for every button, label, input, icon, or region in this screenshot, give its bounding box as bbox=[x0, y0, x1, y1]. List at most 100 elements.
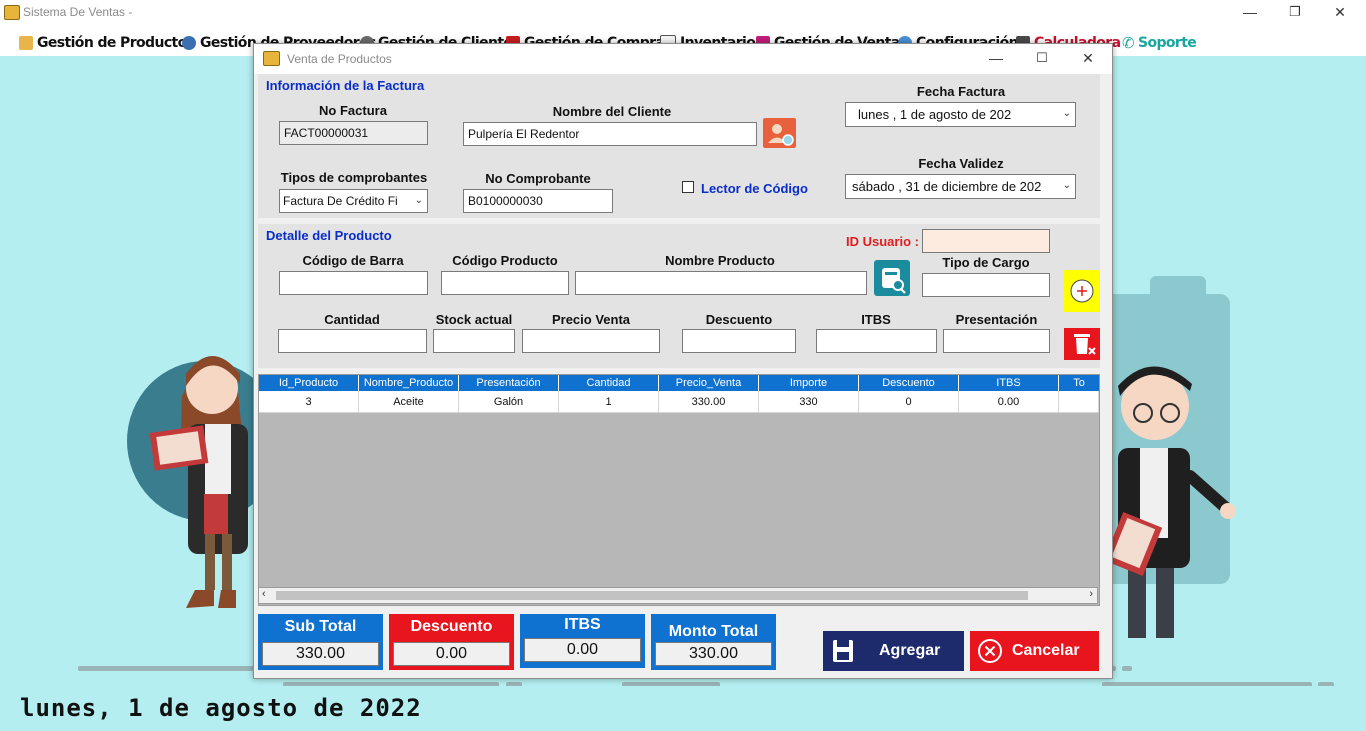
search-client-button[interactable] bbox=[763, 118, 796, 148]
agregar-label: Agregar bbox=[879, 642, 941, 659]
no-factura-field[interactable]: FACT00000031 bbox=[279, 121, 428, 145]
scroll-right-icon[interactable]: › bbox=[1089, 588, 1093, 600]
table-header: Id_Producto Nombre_Producto Presentación… bbox=[259, 375, 1099, 391]
user-search-icon bbox=[768, 124, 794, 146]
no-comprobante-label: No Comprobante bbox=[485, 171, 591, 186]
scroll-left-icon[interactable]: ‹ bbox=[262, 588, 266, 600]
codigo-producto-field[interactable] bbox=[441, 271, 569, 295]
codigo-barra-field[interactable] bbox=[279, 271, 428, 295]
col-header[interactable]: Precio_Venta bbox=[659, 375, 759, 391]
fecha-validez-value: sábado , 31 de diciembre de 202 bbox=[852, 179, 1042, 194]
restore-button[interactable]: ❐ bbox=[1273, 2, 1317, 22]
chevron-down-icon: ⌄ bbox=[1062, 108, 1071, 119]
presentacion-field[interactable] bbox=[943, 329, 1050, 353]
itbs-label: ITBS bbox=[861, 312, 891, 327]
descuento-field[interactable] bbox=[682, 329, 796, 353]
table-cell: 330 bbox=[759, 391, 859, 413]
fecha-factura-value: lunes , 1 de agosto de 202 bbox=[858, 107, 1012, 122]
precio-label: Precio Venta bbox=[551, 312, 631, 327]
app-icon bbox=[4, 5, 20, 20]
table-cell: 330.00 bbox=[659, 391, 759, 413]
dialog-minimize-button[interactable]: — bbox=[974, 48, 1018, 68]
status-date: lunes, 1 de agosto de 2022 bbox=[20, 694, 422, 722]
dialog-title-bar: Venta de Productos — ☐ ✕ bbox=[254, 44, 1112, 74]
table-cell: 1 bbox=[559, 391, 659, 413]
itbs-total-value: 0.00 bbox=[524, 638, 641, 662]
cliente-label: Nombre del Cliente bbox=[552, 104, 672, 119]
cliente-field[interactable]: Pulpería El Redentor bbox=[463, 122, 757, 146]
box-icon bbox=[19, 36, 33, 50]
menu-soporte[interactable]: ✆ Soporte bbox=[1122, 33, 1197, 53]
products-table[interactable]: Id_Producto Nombre_Producto Presentación… bbox=[258, 374, 1100, 606]
col-header[interactable]: Nombre_Producto bbox=[359, 375, 459, 391]
id-usuario-label: ID Usuario : bbox=[846, 234, 919, 249]
itbs-field[interactable] bbox=[816, 329, 937, 353]
close-button[interactable]: ✕ bbox=[1318, 2, 1362, 22]
nombre-producto-field[interactable] bbox=[575, 271, 867, 295]
menu-gestion-productos[interactable]: Gestión de Productos bbox=[19, 33, 195, 53]
product-search-icon bbox=[882, 268, 906, 294]
tipos-comprobantes-select[interactable]: Factura De Crédito Fi ⌄ bbox=[279, 189, 428, 213]
app-title: Sistema De Ventas - bbox=[23, 5, 133, 19]
precio-field[interactable] bbox=[522, 329, 660, 353]
tipos-comprobantes-label: Tipos de comprobantes bbox=[280, 170, 428, 185]
tipo-cargo-label: Tipo de Cargo bbox=[942, 255, 1030, 270]
no-factura-label: No Factura bbox=[319, 103, 387, 118]
cantidad-field[interactable] bbox=[278, 329, 427, 353]
fecha-validez-picker[interactable]: sábado , 31 de diciembre de 202 ⌄ bbox=[845, 174, 1076, 199]
descuento-label: Descuento bbox=[705, 312, 773, 327]
dialog-close-button[interactable]: ✕ bbox=[1066, 48, 1110, 68]
agregar-button[interactable]: Agregar bbox=[823, 631, 964, 671]
stock-label: Stock actual bbox=[435, 312, 513, 327]
lector-label: Lector de Código bbox=[701, 181, 808, 196]
descuento-total-label: Descuento bbox=[410, 618, 493, 635]
itbs-total-box: ITBS 0.00 bbox=[520, 614, 645, 668]
table-horizontal-scrollbar[interactable]: ‹ › bbox=[258, 587, 1098, 604]
fecha-factura-picker[interactable]: lunes , 1 de agosto de 202 ⌄ bbox=[845, 102, 1076, 127]
col-header[interactable]: To bbox=[1059, 375, 1099, 391]
subtotal-label: Sub Total bbox=[284, 618, 357, 635]
table-cell: 0.00 bbox=[959, 391, 1059, 413]
chevron-down-icon: ⌄ bbox=[414, 195, 423, 206]
table-row[interactable]: 3 Aceite Galón 1 330.00 330 0 0.00 bbox=[259, 391, 1099, 413]
table-cell: Galón bbox=[459, 391, 559, 413]
product-detail-panel: Detalle del Producto ID Usuario : Código… bbox=[258, 224, 1100, 368]
itbs-total-label: ITBS bbox=[564, 616, 601, 633]
search-product-button[interactable] bbox=[874, 260, 910, 296]
save-icon bbox=[833, 640, 853, 662]
menu-label: Gestión de Productos bbox=[37, 35, 195, 51]
codigo-producto-label: Código Producto bbox=[452, 253, 558, 268]
cantidad-label: Cantidad bbox=[324, 312, 380, 327]
table-cell bbox=[1059, 391, 1099, 413]
dialog-maximize-button[interactable]: ☐ bbox=[1020, 48, 1064, 68]
id-usuario-field[interactable] bbox=[922, 229, 1050, 253]
col-header[interactable]: ITBS bbox=[959, 375, 1059, 391]
dialog-title: Venta de Productos bbox=[287, 52, 392, 66]
plus-circle-icon bbox=[1070, 279, 1094, 303]
supplier-icon bbox=[182, 36, 196, 50]
minimize-button[interactable]: — bbox=[1228, 2, 1272, 22]
trash-icon bbox=[1074, 334, 1096, 355]
delete-item-button[interactable] bbox=[1064, 328, 1100, 360]
lector-checkbox[interactable] bbox=[682, 181, 694, 193]
app-title-bar: Sistema De Ventas - — ❐ ✕ bbox=[0, 0, 1366, 26]
col-header[interactable]: Presentación bbox=[459, 375, 559, 391]
sales-dialog: Venta de Productos — ☐ ✕ Información de … bbox=[253, 43, 1113, 679]
invoice-info-panel: Información de la Factura No Factura FAC… bbox=[258, 74, 1100, 218]
cancelar-button[interactable]: Cancelar bbox=[970, 631, 1099, 671]
detail-section-title: Detalle del Producto bbox=[266, 228, 392, 243]
col-header[interactable]: Id_Producto bbox=[259, 375, 359, 391]
status-bar: lunes, 1 de agosto de 2022 bbox=[0, 686, 1366, 731]
col-header[interactable]: Cantidad bbox=[559, 375, 659, 391]
col-header[interactable]: Descuento bbox=[859, 375, 959, 391]
stock-field[interactable] bbox=[433, 329, 515, 353]
scroll-thumb[interactable] bbox=[276, 591, 1028, 600]
tipos-comprobantes-value: Factura De Crédito Fi bbox=[283, 194, 398, 208]
add-item-button[interactable] bbox=[1064, 270, 1100, 312]
chevron-down-icon: ⌄ bbox=[1062, 180, 1071, 191]
no-comprobante-field[interactable]: B0100000030 bbox=[463, 189, 613, 213]
col-header[interactable]: Importe bbox=[759, 375, 859, 391]
table-cell: 0 bbox=[859, 391, 959, 413]
fecha-factura-label: Fecha Factura bbox=[916, 84, 1006, 99]
tipo-cargo-field[interactable] bbox=[922, 273, 1050, 297]
